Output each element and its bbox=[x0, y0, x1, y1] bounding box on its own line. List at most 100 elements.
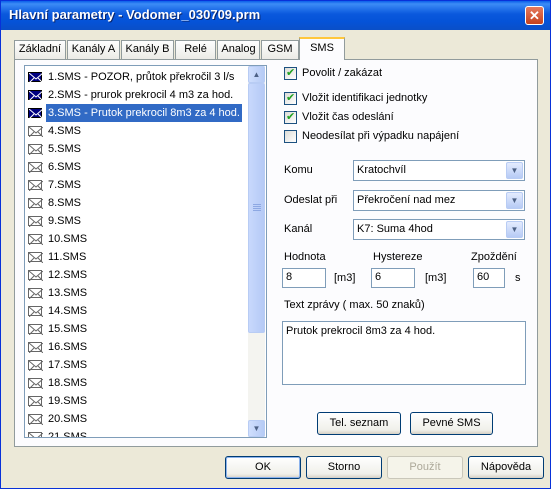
enable-label: Povolit / zakázat bbox=[302, 67, 383, 79]
envelope-icon bbox=[28, 288, 43, 299]
sms-list-item-label: 19.SMS bbox=[48, 395, 88, 407]
dialog-window: Hlavní parametry - Vodomer_030709.prm ✕ … bbox=[0, 0, 551, 489]
window-title: Hlavní parametry - Vodomer_030709.prm bbox=[9, 7, 261, 22]
envelope-icon bbox=[28, 432, 43, 437]
hodnota-unit: [m3] bbox=[334, 272, 356, 284]
komu-label: Komu bbox=[284, 164, 313, 176]
sms-list-item-label: 8.SMS bbox=[48, 197, 82, 209]
tab-label: Kanály B bbox=[125, 43, 170, 55]
chevron-down-icon[interactable]: ▼ bbox=[506, 221, 523, 238]
close-button[interactable]: ✕ bbox=[525, 6, 544, 25]
envelope-icon bbox=[28, 252, 43, 263]
sms-list-item[interactable]: 11.SMS bbox=[27, 248, 249, 266]
chevron-down-icon[interactable]: ▼ bbox=[506, 192, 523, 209]
odeslat-pri-select[interactable]: Překročení nad mez ▼ bbox=[353, 190, 525, 211]
sms-list-item[interactable]: 16.SMS bbox=[27, 338, 249, 356]
kanal-select[interactable]: K7: Suma 4hod ▼ bbox=[353, 219, 525, 240]
sms-list-item[interactable]: 19.SMS bbox=[27, 392, 249, 410]
enable-checkbox[interactable] bbox=[284, 66, 297, 80]
sms-list-item[interactable]: 8.SMS bbox=[27, 194, 249, 212]
envelope-icon bbox=[28, 378, 43, 389]
tab-analog[interactable]: Analog bbox=[217, 40, 260, 59]
sms-list-item[interactable]: 10.SMS bbox=[27, 230, 249, 248]
sms-list-item[interactable]: 3.SMS - Prutok prekrocil 8m3 za 4 hod. bbox=[27, 103, 249, 123]
kanal-label: Kanál bbox=[284, 223, 313, 235]
sms-list-item[interactable]: 1.SMS - POZOR, průtok překročil 3 l/s bbox=[27, 68, 249, 86]
sms-list-item[interactable]: 12.SMS bbox=[27, 266, 249, 284]
tab-label: Kanály A bbox=[71, 43, 116, 55]
envelope-icon bbox=[28, 198, 43, 209]
sms-list-item-label: 6.SMS bbox=[48, 161, 82, 173]
tab-sms[interactable]: SMS bbox=[299, 37, 345, 60]
close-icon: ✕ bbox=[529, 8, 540, 23]
hystereze-label: Hystereze bbox=[373, 251, 423, 263]
scroll-down-button[interactable]: ▼ bbox=[248, 420, 265, 437]
sms-list-item[interactable]: 14.SMS bbox=[27, 302, 249, 320]
sms-list-item-label: 7.SMS bbox=[48, 179, 82, 191]
cancel-button[interactable]: Storno bbox=[306, 456, 382, 479]
tab-kanaly-a[interactable]: Kanály A bbox=[67, 40, 120, 59]
message-label: Text zprávy ( max. 50 znaků) bbox=[284, 299, 425, 311]
sms-list-item-label: 18.SMS bbox=[48, 377, 88, 389]
sms-list-item[interactable]: 20.SMS bbox=[27, 410, 249, 428]
envelope-icon bbox=[28, 396, 43, 407]
envelope-icon bbox=[28, 216, 43, 227]
title-bar[interactable]: Hlavní parametry - Vodomer_030709.prm ✕ bbox=[1, 1, 550, 30]
komu-value: Kratochvíl bbox=[357, 164, 406, 176]
tab-gsm[interactable]: GSM bbox=[261, 40, 299, 59]
sms-list-item[interactable]: 7.SMS bbox=[27, 176, 249, 194]
tab-zakladni[interactable]: Základní bbox=[14, 40, 66, 59]
tab-label: Analog bbox=[221, 43, 256, 55]
sms-list-item[interactable]: 13.SMS bbox=[27, 284, 249, 302]
sms-list-item-label: 20.SMS bbox=[48, 413, 88, 425]
sms-list-item[interactable]: 17.SMS bbox=[27, 356, 249, 374]
tab-label: Relé bbox=[184, 43, 207, 55]
envelope-icon bbox=[28, 306, 43, 317]
zpozdeni-unit: s bbox=[515, 272, 521, 284]
scroll-thumb[interactable] bbox=[248, 83, 265, 333]
sms-list-item-label: 10.SMS bbox=[48, 233, 88, 245]
sms-list-item[interactable]: 9.SMS bbox=[27, 212, 249, 230]
scroll-up-button[interactable]: ▲ bbox=[248, 66, 265, 83]
envelope-icon bbox=[28, 234, 43, 245]
tab-rele[interactable]: Relé bbox=[175, 40, 216, 59]
envelope-icon bbox=[28, 144, 43, 155]
sms-listbox[interactable]: 1.SMS - POZOR, průtok překročil 3 l/s 2.S… bbox=[24, 65, 267, 438]
envelope-filled-icon bbox=[28, 90, 43, 101]
sms-list-item-label: 9.SMS bbox=[48, 215, 82, 227]
envelope-icon bbox=[28, 360, 43, 371]
komu-select[interactable]: Kratochvíl ▼ bbox=[353, 160, 525, 181]
insert-unit-id-checkbox[interactable] bbox=[284, 91, 297, 105]
sms-list-item[interactable]: 4.SMS bbox=[27, 122, 249, 140]
insert-send-time-checkbox[interactable] bbox=[284, 110, 297, 124]
sms-list-item[interactable]: 15.SMS bbox=[27, 320, 249, 338]
chevron-down-icon[interactable]: ▼ bbox=[506, 162, 523, 179]
sms-list-item[interactable]: 18.SMS bbox=[27, 374, 249, 392]
sms-list-item[interactable]: 2.SMS - prurok prekrocil 4 m3 za hod. bbox=[27, 86, 249, 104]
sms-list-item[interactable]: 6.SMS bbox=[27, 158, 249, 176]
hystereze-input[interactable]: 6 bbox=[371, 268, 415, 288]
no-send-power-fail-checkbox[interactable] bbox=[284, 130, 297, 143]
help-button[interactable]: Nápověda bbox=[468, 456, 544, 479]
hystereze-unit: [m3] bbox=[425, 272, 447, 284]
sms-list-item-label: 4.SMS bbox=[48, 125, 82, 137]
sms-list-item-label: 1.SMS - POZOR, průtok překročil 3 l/s bbox=[48, 71, 235, 83]
envelope-filled-icon bbox=[28, 108, 43, 119]
fixed-sms-button[interactable]: Pevné SMS bbox=[410, 412, 493, 435]
ok-button[interactable]: OK bbox=[225, 456, 301, 479]
zpozdeni-input[interactable]: 60 bbox=[473, 268, 505, 288]
insert-unit-id-label: Vložit identifikaci jednotky bbox=[302, 92, 428, 104]
kanal-value: K7: Suma 4hod bbox=[357, 223, 433, 235]
sms-list-item[interactable]: 21.SMS bbox=[27, 428, 249, 438]
hodnota-input[interactable]: 8 bbox=[282, 268, 326, 288]
sms-list-item-label: 21.SMS bbox=[48, 431, 88, 438]
sms-list-item[interactable]: 5.SMS bbox=[27, 140, 249, 158]
insert-send-time-label: Vložit čas odeslání bbox=[302, 111, 394, 123]
sms-list-item-label: 2.SMS - prurok prekrocil 4 m3 za hod. bbox=[48, 89, 234, 101]
tab-label: SMS bbox=[310, 42, 334, 54]
envelope-icon bbox=[28, 414, 43, 425]
tab-kanaly-b[interactable]: Kanály B bbox=[121, 40, 174, 59]
phonebook-button[interactable]: Tel. seznam bbox=[317, 412, 401, 435]
message-textarea[interactable]: Prutok prekrocil 8m3 za 4 hod. bbox=[282, 321, 526, 385]
vertical-scrollbar[interactable]: ▲ ▼ bbox=[248, 66, 265, 437]
